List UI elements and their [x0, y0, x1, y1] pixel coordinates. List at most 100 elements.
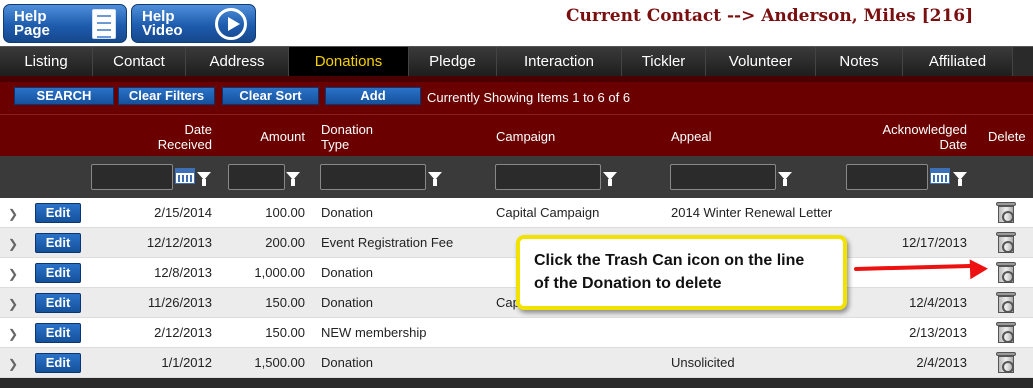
clear-filters-button[interactable]: Clear Filters [118, 87, 215, 105]
callout-line1: Click the Trash Can icon on the line [534, 252, 805, 269]
expand-row-icon[interactable]: ❯ [8, 237, 18, 251]
appeal-filter-input[interactable] [670, 164, 776, 190]
col-donation-type-line2: Type [321, 137, 350, 152]
edit-button[interactable]: Edit [35, 263, 81, 283]
cell-donation-type: Event Registration Fee [321, 235, 454, 250]
tab-tickler[interactable]: Tickler [622, 47, 706, 76]
tab-contact[interactable]: Contact [93, 47, 186, 76]
cell-donation-type: Donation [321, 295, 374, 310]
table-header: Date Received Amount Donation Type Campa… [0, 114, 1033, 156]
cell-donation-type: Donation [321, 205, 374, 220]
cell-amount: 150.00 [265, 295, 305, 310]
campaign-filter-input[interactable] [495, 164, 601, 190]
cell-acknowledged-date: 12/17/2013 [901, 235, 967, 250]
expand-row-icon[interactable]: ❯ [8, 297, 18, 311]
col-donation-type-line1: Donation [321, 122, 374, 137]
cell-amount: 1,500.00 [254, 355, 305, 370]
filter-icon[interactable] [953, 172, 967, 186]
tab-listing[interactable]: Listing [0, 47, 93, 76]
filter-icon[interactable] [286, 172, 300, 186]
col-date-received-line1: Date [184, 122, 212, 137]
cell-date-received: 2/12/2013 [154, 325, 212, 340]
edit-button[interactable]: Edit [35, 203, 81, 223]
current-contact-title: Current Contact --> Anderson, Miles [216… [566, 6, 974, 26]
filter-icon[interactable] [603, 172, 617, 186]
edit-button[interactable]: Edit [35, 353, 81, 373]
col-appeal[interactable]: Appeal [671, 129, 711, 144]
trash-can-icon[interactable] [996, 262, 1016, 284]
filter-row [0, 156, 1033, 198]
trash-can-icon[interactable] [996, 232, 1016, 254]
cell-donation-type: NEW membership [321, 325, 427, 340]
cell-acknowledged-date: 2/4/2013 [916, 355, 967, 370]
col-date-received-line2: Received [157, 137, 212, 152]
expand-row-icon[interactable]: ❯ [8, 207, 18, 221]
cell-date-received: 12/8/2013 [154, 265, 212, 280]
cell-acknowledged-date: 12/4/2013 [909, 295, 967, 310]
filter-icon[interactable] [428, 172, 442, 186]
col-campaign[interactable]: Campaign [496, 129, 555, 144]
col-amount[interactable]: Amount [230, 129, 305, 144]
calendar-icon[interactable] [930, 168, 950, 184]
grid-toolbar: SEARCH Clear Filters Clear Sort Add Curr… [0, 76, 1033, 114]
edit-button[interactable]: Edit [35, 233, 81, 253]
trash-can-icon[interactable] [996, 202, 1016, 224]
cell-acknowledged-date: 2/13/2013 [909, 325, 967, 340]
trash-can-icon[interactable] [996, 322, 1016, 344]
amount-filter-input[interactable] [228, 164, 285, 190]
cell-appeal: Unsolicited [671, 355, 735, 370]
calendar-icon[interactable] [175, 168, 195, 184]
col-date-received[interactable]: Date Received [140, 122, 212, 152]
edit-button[interactable]: Edit [35, 293, 81, 313]
cell-donation-type: Donation [321, 265, 374, 280]
tab-pledge[interactable]: Pledge [409, 47, 497, 76]
filter-icon[interactable] [197, 172, 211, 186]
tab-notes[interactable]: Notes [816, 47, 903, 76]
instruction-callout: Click the Trash Can icon on the line of … [516, 235, 847, 310]
expand-row-icon[interactable]: ❯ [8, 327, 18, 341]
cell-amount: 150.00 [265, 325, 305, 340]
tab-affiliated[interactable]: Affiliated [903, 47, 1013, 76]
items-showing-text: Currently Showing Items 1 to 6 of 6 [427, 90, 631, 105]
document-icon [92, 9, 116, 39]
cell-amount: 1,000.00 [254, 265, 305, 280]
expand-row-icon[interactable]: ❯ [8, 357, 18, 371]
edit-button[interactable]: Edit [35, 323, 81, 343]
acknowledged-date-filter-input[interactable] [846, 164, 928, 190]
clear-sort-button[interactable]: Clear Sort [222, 87, 319, 105]
tab-donations[interactable]: Donations [289, 47, 409, 76]
filter-icon[interactable] [778, 172, 792, 186]
col-delete: Delete [988, 129, 1026, 144]
callout-line2: of the Donation to delete [534, 275, 722, 292]
arrow-head-icon [969, 258, 989, 280]
cell-appeal: 2014 Winter Renewal Letter [671, 205, 833, 220]
play-icon [215, 8, 247, 40]
table-row: ❯ Edit 2/12/2013 150.00 NEW membership 2… [0, 318, 1033, 348]
tab-bar: Listing Contact Address Donations Pledge… [0, 46, 1033, 76]
cell-campaign: Capital Campaign [496, 205, 600, 220]
date-received-filter-input[interactable] [91, 164, 173, 190]
table-row: ❯ Edit 1/1/2012 1,500.00 Donation Unsoli… [0, 348, 1033, 378]
col-acknowledged-date-line2: Date [939, 137, 967, 152]
cell-date-received: 12/12/2013 [146, 235, 212, 250]
table-row: ❯ Edit 2/15/2014 100.00 Donation Capital… [0, 198, 1033, 228]
trash-can-icon[interactable] [996, 292, 1016, 314]
tab-interaction[interactable]: Interaction [497, 47, 622, 76]
search-button[interactable]: SEARCH [14, 87, 114, 105]
cell-date-received: 1/1/2012 [161, 355, 212, 370]
trash-can-icon[interactable] [996, 352, 1016, 374]
tab-address[interactable]: Address [186, 47, 289, 76]
cell-amount: 100.00 [265, 205, 305, 220]
add-button[interactable]: Add [325, 87, 421, 105]
cell-donation-type: Donation [321, 355, 374, 370]
help-page-button[interactable]: Help Page [3, 4, 127, 43]
tab-volunteer[interactable]: Volunteer [706, 47, 816, 76]
col-donation-type[interactable]: Donation Type [321, 122, 373, 152]
cell-amount: 200.00 [265, 235, 305, 250]
expand-row-icon[interactable]: ❯ [8, 267, 18, 281]
grid-footer [0, 378, 1033, 388]
col-acknowledged-date-line1: Acknowledged [882, 122, 967, 137]
help-video-button[interactable]: Help Video [131, 4, 256, 43]
donation-type-filter-input[interactable] [320, 164, 426, 190]
col-acknowledged-date[interactable]: Acknowledged Date [860, 122, 967, 152]
